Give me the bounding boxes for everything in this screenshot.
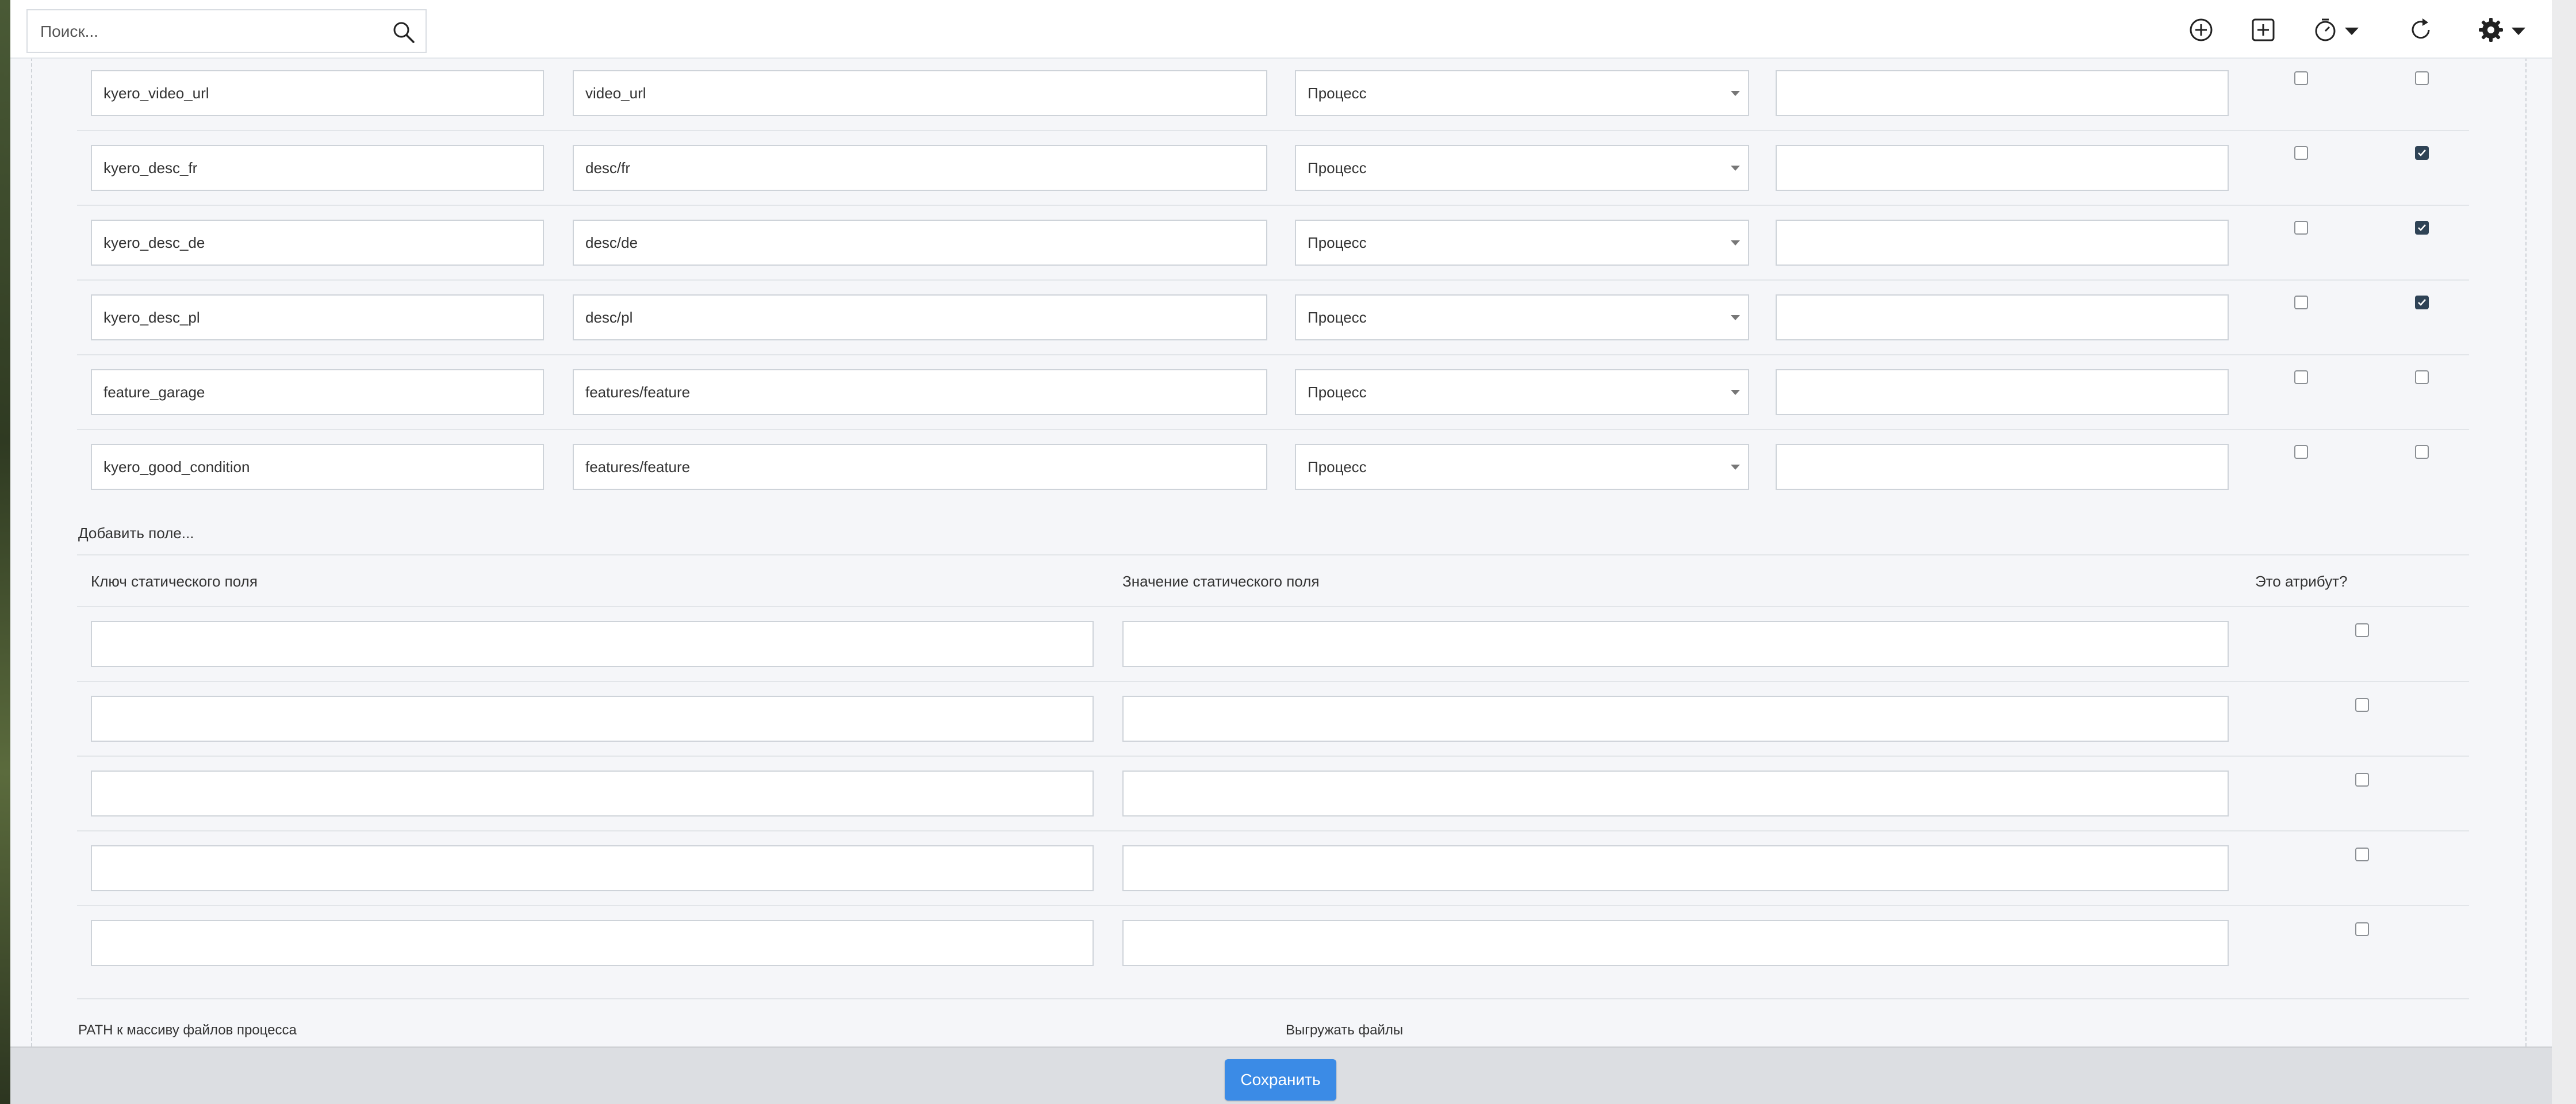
mapping-checkbox-2[interactable]	[2415, 71, 2429, 85]
chevron-down-icon	[1731, 166, 1740, 171]
row-divider	[77, 756, 2469, 757]
row-divider	[77, 130, 2469, 131]
section-divider	[77, 998, 2469, 999]
is-attribute-checkbox[interactable]	[2355, 922, 2369, 936]
plus-circle-icon[interactable]	[2187, 16, 2215, 44]
mapping-type-select[interactable]: Процесс	[1295, 220, 1749, 266]
search-icon[interactable]	[392, 21, 415, 44]
check-icon	[2418, 150, 2426, 156]
mapping-checkbox-2[interactable]	[2415, 370, 2429, 384]
mapping-checkbox-2[interactable]	[2415, 146, 2429, 160]
mapping-path-input[interactable]: features/feature	[573, 369, 1267, 415]
chevron-down-icon	[1731, 390, 1740, 395]
row-divider	[77, 681, 2469, 682]
mapping-type-select[interactable]: Процесс	[1295, 294, 1749, 340]
mapping-checkbox-1[interactable]	[2294, 296, 2308, 309]
row-divider	[77, 279, 2469, 281]
timer-icon[interactable]	[2312, 16, 2339, 44]
save-button[interactable]: Сохранить	[1225, 1059, 1336, 1101]
static-key-input[interactable]	[91, 696, 1094, 742]
mapping-type-select[interactable]: Процесс	[1295, 70, 1749, 116]
mapping-path-input[interactable]: desc/de	[573, 220, 1267, 266]
mapping-checkbox-1[interactable]	[2294, 370, 2308, 384]
is-attribute-checkbox[interactable]	[2355, 698, 2369, 712]
search-box	[26, 9, 427, 53]
settings-dropdown-caret[interactable]	[2512, 28, 2525, 35]
mapping-key-input[interactable]: kyero_desc_pl	[91, 294, 544, 340]
chevron-down-icon	[1731, 315, 1740, 320]
timer-dropdown-caret[interactable]	[2345, 28, 2359, 35]
row-divider	[77, 354, 2469, 355]
is-attribute-checkbox[interactable]	[2355, 773, 2369, 787]
mapping-extra-input[interactable]	[1776, 70, 2229, 116]
static-value-input[interactable]	[1122, 621, 2229, 667]
row-divider	[77, 905, 2469, 906]
mapping-checkbox-2[interactable]	[2415, 296, 2429, 309]
header-divider	[77, 606, 2469, 607]
gear-icon[interactable]	[2477, 16, 2505, 44]
mapping-key-input[interactable]: kyero_good_condition	[91, 444, 544, 490]
section-divider	[77, 554, 2469, 555]
mapping-key-input[interactable]: feature_garage	[91, 369, 544, 415]
plus-square-icon[interactable]	[2249, 16, 2277, 44]
static-key-input[interactable]	[91, 770, 1094, 816]
mapping-path-input[interactable]: features/feature	[573, 444, 1267, 490]
static-value-input[interactable]	[1122, 696, 2229, 742]
row-divider	[77, 205, 2469, 206]
app-window: kyero_video_url video_url Процесс kyero_…	[10, 0, 2552, 1104]
mapping-checkbox-1[interactable]	[2294, 445, 2308, 459]
mapping-path-input[interactable]: desc/fr	[573, 145, 1267, 191]
mapping-extra-input[interactable]	[1776, 220, 2229, 266]
mapping-checkbox-1[interactable]	[2294, 146, 2308, 160]
static-key-input[interactable]	[91, 621, 1094, 667]
files-path-label: PATH к массиву файлов процесса	[78, 1022, 297, 1038]
mapping-checkbox-1[interactable]	[2294, 71, 2308, 85]
check-icon	[2418, 299, 2426, 306]
chevron-down-icon	[1731, 465, 1740, 470]
static-key-input[interactable]	[91, 920, 1094, 966]
static-value-input[interactable]	[1122, 770, 2229, 816]
mapping-key-input[interactable]: kyero_desc_fr	[91, 145, 544, 191]
static-value-input[interactable]	[1122, 845, 2229, 891]
mapping-extra-input[interactable]	[1776, 145, 2229, 191]
mapping-key-input[interactable]: kyero_video_url	[91, 70, 544, 116]
mapping-extra-input[interactable]	[1776, 294, 2229, 340]
check-icon	[2418, 224, 2426, 231]
add-field-link[interactable]: Добавить поле...	[78, 524, 194, 542]
chevron-down-icon	[1731, 91, 1740, 96]
is-attribute-header: Это атрибут?	[2255, 573, 2348, 590]
mapping-type-select[interactable]: Процесс	[1295, 145, 1749, 191]
mapping-checkbox-1[interactable]	[2294, 221, 2308, 235]
chevron-down-icon	[1731, 240, 1740, 246]
mapping-extra-input[interactable]	[1776, 369, 2229, 415]
mapping-checkbox-2[interactable]	[2415, 221, 2429, 235]
upload-files-label: Выгружать файлы	[1286, 1022, 1404, 1038]
top-toolbar	[10, 0, 2552, 59]
mapping-extra-input[interactable]	[1776, 444, 2229, 490]
refresh-icon[interactable]	[2407, 16, 2435, 44]
mapping-type-select[interactable]: Процесс	[1295, 444, 1749, 490]
is-attribute-checkbox[interactable]	[2355, 848, 2369, 861]
static-value-input[interactable]	[1122, 920, 2229, 966]
import-settings-panel	[31, 57, 2527, 1046]
is-attribute-checkbox[interactable]	[2355, 623, 2369, 637]
footer-bar: Сохранить	[10, 1046, 2552, 1104]
window-edge	[2552, 0, 2576, 1104]
search-input[interactable]	[39, 10, 375, 53]
mapping-path-input[interactable]: desc/pl	[573, 294, 1267, 340]
background-wallpaper	[0, 0, 10, 1104]
row-divider	[77, 429, 2469, 430]
static-value-header: Значение статического поля	[1122, 573, 1320, 590]
static-key-header: Ключ статического поля	[91, 573, 258, 590]
mapping-type-select[interactable]: Процесс	[1295, 369, 1749, 415]
row-divider	[77, 830, 2469, 831]
static-key-input[interactable]	[91, 845, 1094, 891]
mapping-checkbox-2[interactable]	[2415, 445, 2429, 459]
mapping-key-input[interactable]: kyero_desc_de	[91, 220, 544, 266]
mapping-path-input[interactable]: video_url	[573, 70, 1267, 116]
